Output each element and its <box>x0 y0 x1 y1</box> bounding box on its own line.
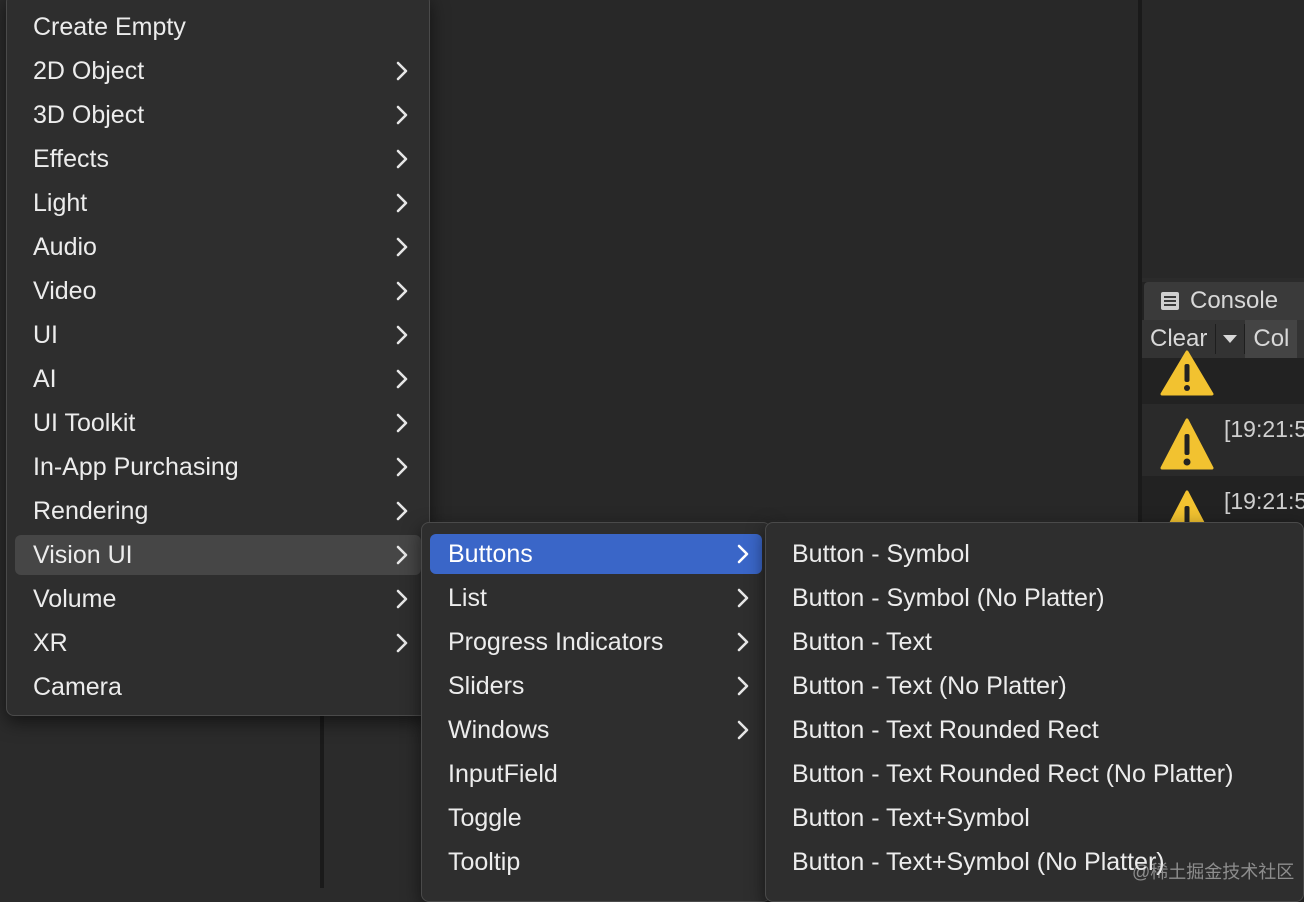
menu-item-2d-object[interactable]: 2D Object <box>15 51 421 91</box>
menu-item-ui-toolkit[interactable]: UI Toolkit <box>15 403 421 443</box>
submenu-item-progress-indicators[interactable]: Progress Indicators <box>430 622 762 662</box>
submenu-item-windows[interactable]: Windows <box>430 710 762 750</box>
vision-ui-submenu: Buttons List Progress Indicators Sliders… <box>421 522 771 902</box>
menu-item-create-empty[interactable]: Create Empty <box>15 7 421 47</box>
gameobject-menu: Create Empty 2D Object 3D Object Effects… <box>6 0 430 716</box>
console-tab[interactable]: Console <box>1144 282 1304 320</box>
menu-item-effects[interactable]: Effects <box>15 139 421 179</box>
submenu-item-inputfield[interactable]: InputField <box>430 754 762 794</box>
menu-item-3d-object[interactable]: 3D Object <box>15 95 421 135</box>
menu-item-xr[interactable]: XR <box>15 623 421 663</box>
chevron-right-icon <box>736 534 750 574</box>
chevron-right-icon <box>736 622 750 662</box>
menu-item-camera[interactable]: Camera <box>15 667 421 707</box>
chevron-right-icon <box>736 710 750 750</box>
buttons-submenu: Button - Symbol Button - Symbol (No Plat… <box>765 522 1304 902</box>
button-item-text-rounded-rect-no-platter[interactable]: Button - Text Rounded Rect (No Platter) <box>774 754 1295 794</box>
console-tab-label: Console <box>1190 287 1279 314</box>
button-item-symbol[interactable]: Button - Symbol <box>774 534 1295 574</box>
chevron-right-icon <box>395 183 409 223</box>
chevron-right-icon <box>395 491 409 531</box>
warning-icon <box>1160 418 1214 475</box>
submenu-item-list[interactable]: List <box>430 578 762 618</box>
chevron-right-icon <box>395 315 409 355</box>
chevron-right-icon <box>395 535 409 575</box>
chevron-right-icon <box>736 578 750 618</box>
log-entry[interactable] <box>1142 340 1304 402</box>
chevron-right-icon <box>395 51 409 91</box>
button-item-text-no-platter[interactable]: Button - Text (No Platter) <box>774 666 1295 706</box>
menu-item-in-app-purchasing[interactable]: In-App Purchasing <box>15 447 421 487</box>
log-timestamp: [19:21:5 <box>1224 416 1304 442</box>
chevron-right-icon <box>395 403 409 443</box>
button-item-text-rounded-rect[interactable]: Button - Text Rounded Rect <box>774 710 1295 750</box>
chevron-right-icon <box>395 227 409 267</box>
submenu-item-buttons[interactable]: Buttons <box>430 534 762 574</box>
menu-item-ui[interactable]: UI <box>15 315 421 355</box>
watermark: @稀土掘金技术社区 <box>1132 862 1295 882</box>
chevron-right-icon <box>395 447 409 487</box>
scene-view[interactable] <box>430 0 1138 520</box>
chevron-right-icon <box>395 623 409 663</box>
chevron-right-icon <box>395 139 409 179</box>
menu-item-light[interactable]: Light <box>15 183 421 223</box>
menu-item-rendering[interactable]: Rendering <box>15 491 421 531</box>
chevron-right-icon <box>395 271 409 311</box>
panel-divider-left[interactable] <box>320 716 324 888</box>
menu-item-video[interactable]: Video <box>15 271 421 311</box>
inspector-panel <box>1142 0 1304 278</box>
menu-item-vision-ui[interactable]: Vision UI <box>15 535 421 575</box>
warning-icon <box>1160 350 1214 401</box>
console-icon <box>1160 291 1180 311</box>
button-item-text[interactable]: Button - Text <box>774 622 1295 662</box>
chevron-right-icon <box>395 579 409 619</box>
chevron-right-icon <box>736 666 750 706</box>
chevron-right-icon <box>395 359 409 399</box>
log-entry[interactable]: [19:21:5 <box>1142 404 1304 476</box>
submenu-item-sliders[interactable]: Sliders <box>430 666 762 706</box>
menu-item-ai[interactable]: AI <box>15 359 421 399</box>
submenu-item-tooltip[interactable]: Tooltip <box>430 842 762 882</box>
button-item-symbol-no-platter[interactable]: Button - Symbol (No Platter) <box>774 578 1295 618</box>
menu-item-volume[interactable]: Volume <box>15 579 421 619</box>
log-timestamp: [19:21:5 <box>1224 488 1304 514</box>
submenu-item-toggle[interactable]: Toggle <box>430 798 762 838</box>
menu-item-audio[interactable]: Audio <box>15 227 421 267</box>
button-item-text-symbol[interactable]: Button - Text+Symbol <box>774 798 1295 838</box>
chevron-right-icon <box>395 95 409 135</box>
